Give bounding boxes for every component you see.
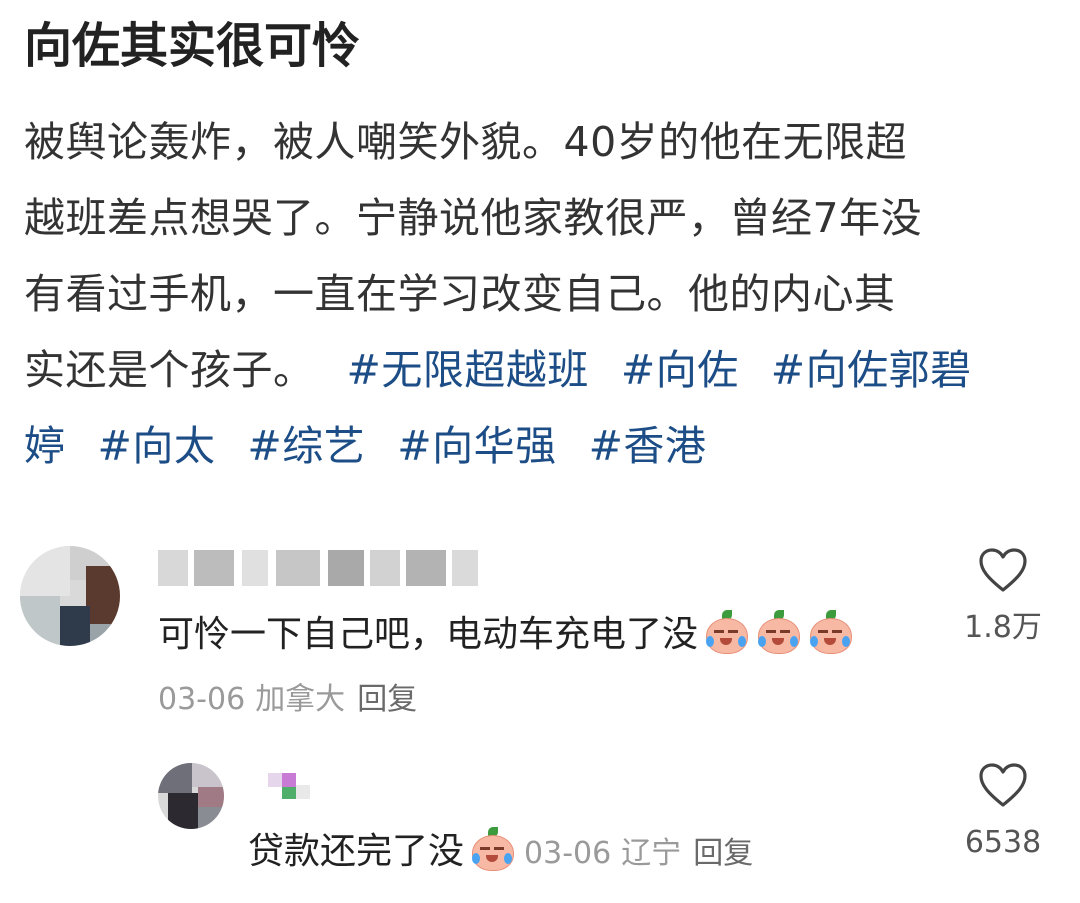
avatar[interactable] [20, 546, 120, 646]
like-count: 6538 [964, 825, 1042, 860]
post-tags-line: 婷 #向太 #综艺 #向华强 #香港 [24, 408, 1044, 484]
comment-meta: 03-06 辽宁 回复 [524, 836, 753, 871]
crying-peach-emoji-icon [806, 610, 854, 654]
hashtag-link[interactable]: #向佐郭碧 [771, 346, 972, 394]
like-button[interactable]: 1.8万 [948, 548, 1058, 648]
comment-meta: 03-06 加拿大 回复 [158, 680, 417, 720]
post-body-line: 有看过手机，一直在学习改变自己。他的内心其 [24, 270, 896, 318]
post-body-line: 被舆论轰炸，被人嘲笑外貌。40岁的他在无限超 [24, 118, 908, 166]
comment-date: 03-06 [158, 682, 246, 717]
post-body-line: 实还是个孩子。 [24, 346, 315, 394]
reply-button[interactable]: 回复 [357, 682, 417, 717]
like-button[interactable]: 6538 [948, 763, 1058, 863]
hashtag-link[interactable]: #无限超越班 [347, 346, 589, 394]
avatar[interactable] [158, 763, 224, 829]
hashtag-link[interactable]: #向华强 [397, 422, 556, 470]
comment-location: 辽宁 [621, 836, 682, 871]
crying-peach-emoji-icon [468, 827, 516, 871]
post-body-line: 越班差点想哭了。宁静说他家教很严，曾经7年没 [24, 194, 923, 242]
reply-comment: 贷款还完了没 03-06 辽宁 回复 6538 [0, 755, 1080, 895]
comment-location: 加拿大 [255, 682, 346, 717]
hashtag-link-continued[interactable]: 婷 [24, 422, 66, 470]
username-blurred[interactable] [158, 550, 478, 586]
username-blurred[interactable] [268, 769, 312, 805]
hashtag-link[interactable]: #向太 [98, 422, 216, 470]
hashtag-link[interactable]: #向佐 [621, 346, 739, 394]
post-body: 被舆论轰炸，被人嘲笑外貌。40岁的他在无限超 越班差点想哭了。宁静说他家教很严，… [24, 104, 1044, 484]
crying-peach-emoji-icon [754, 610, 802, 654]
like-count: 1.8万 [964, 610, 1042, 645]
comment-date: 03-06 [524, 836, 612, 871]
comment-text: 贷款还完了没 03-06 辽宁 回复 [248, 827, 753, 878]
heart-outline-icon [979, 763, 1027, 807]
hashtag-link[interactable]: #香港 [589, 422, 707, 470]
post-title: 向佐其实很可怜 [24, 18, 361, 74]
reply-button[interactable]: 回复 [693, 836, 753, 871]
hashtag-link[interactable]: #综艺 [247, 422, 365, 470]
comment-body: 可怜一下自己吧，电动车充电了没 [158, 614, 699, 655]
comment-text: 可怜一下自己吧，电动车充电了没 [158, 610, 854, 659]
post-body-line-with-tags: 实还是个孩子。 #无限超越班 #向佐 #向佐郭碧 [24, 332, 1044, 408]
comment-body: 贷款还完了没 [248, 831, 465, 872]
heart-outline-icon [979, 548, 1027, 592]
comment: 可怜一下自己吧，电动车充电了没 03-06 加拿大 回复 1.8万 [0, 538, 1080, 728]
crying-peach-emoji-icon [702, 610, 750, 654]
